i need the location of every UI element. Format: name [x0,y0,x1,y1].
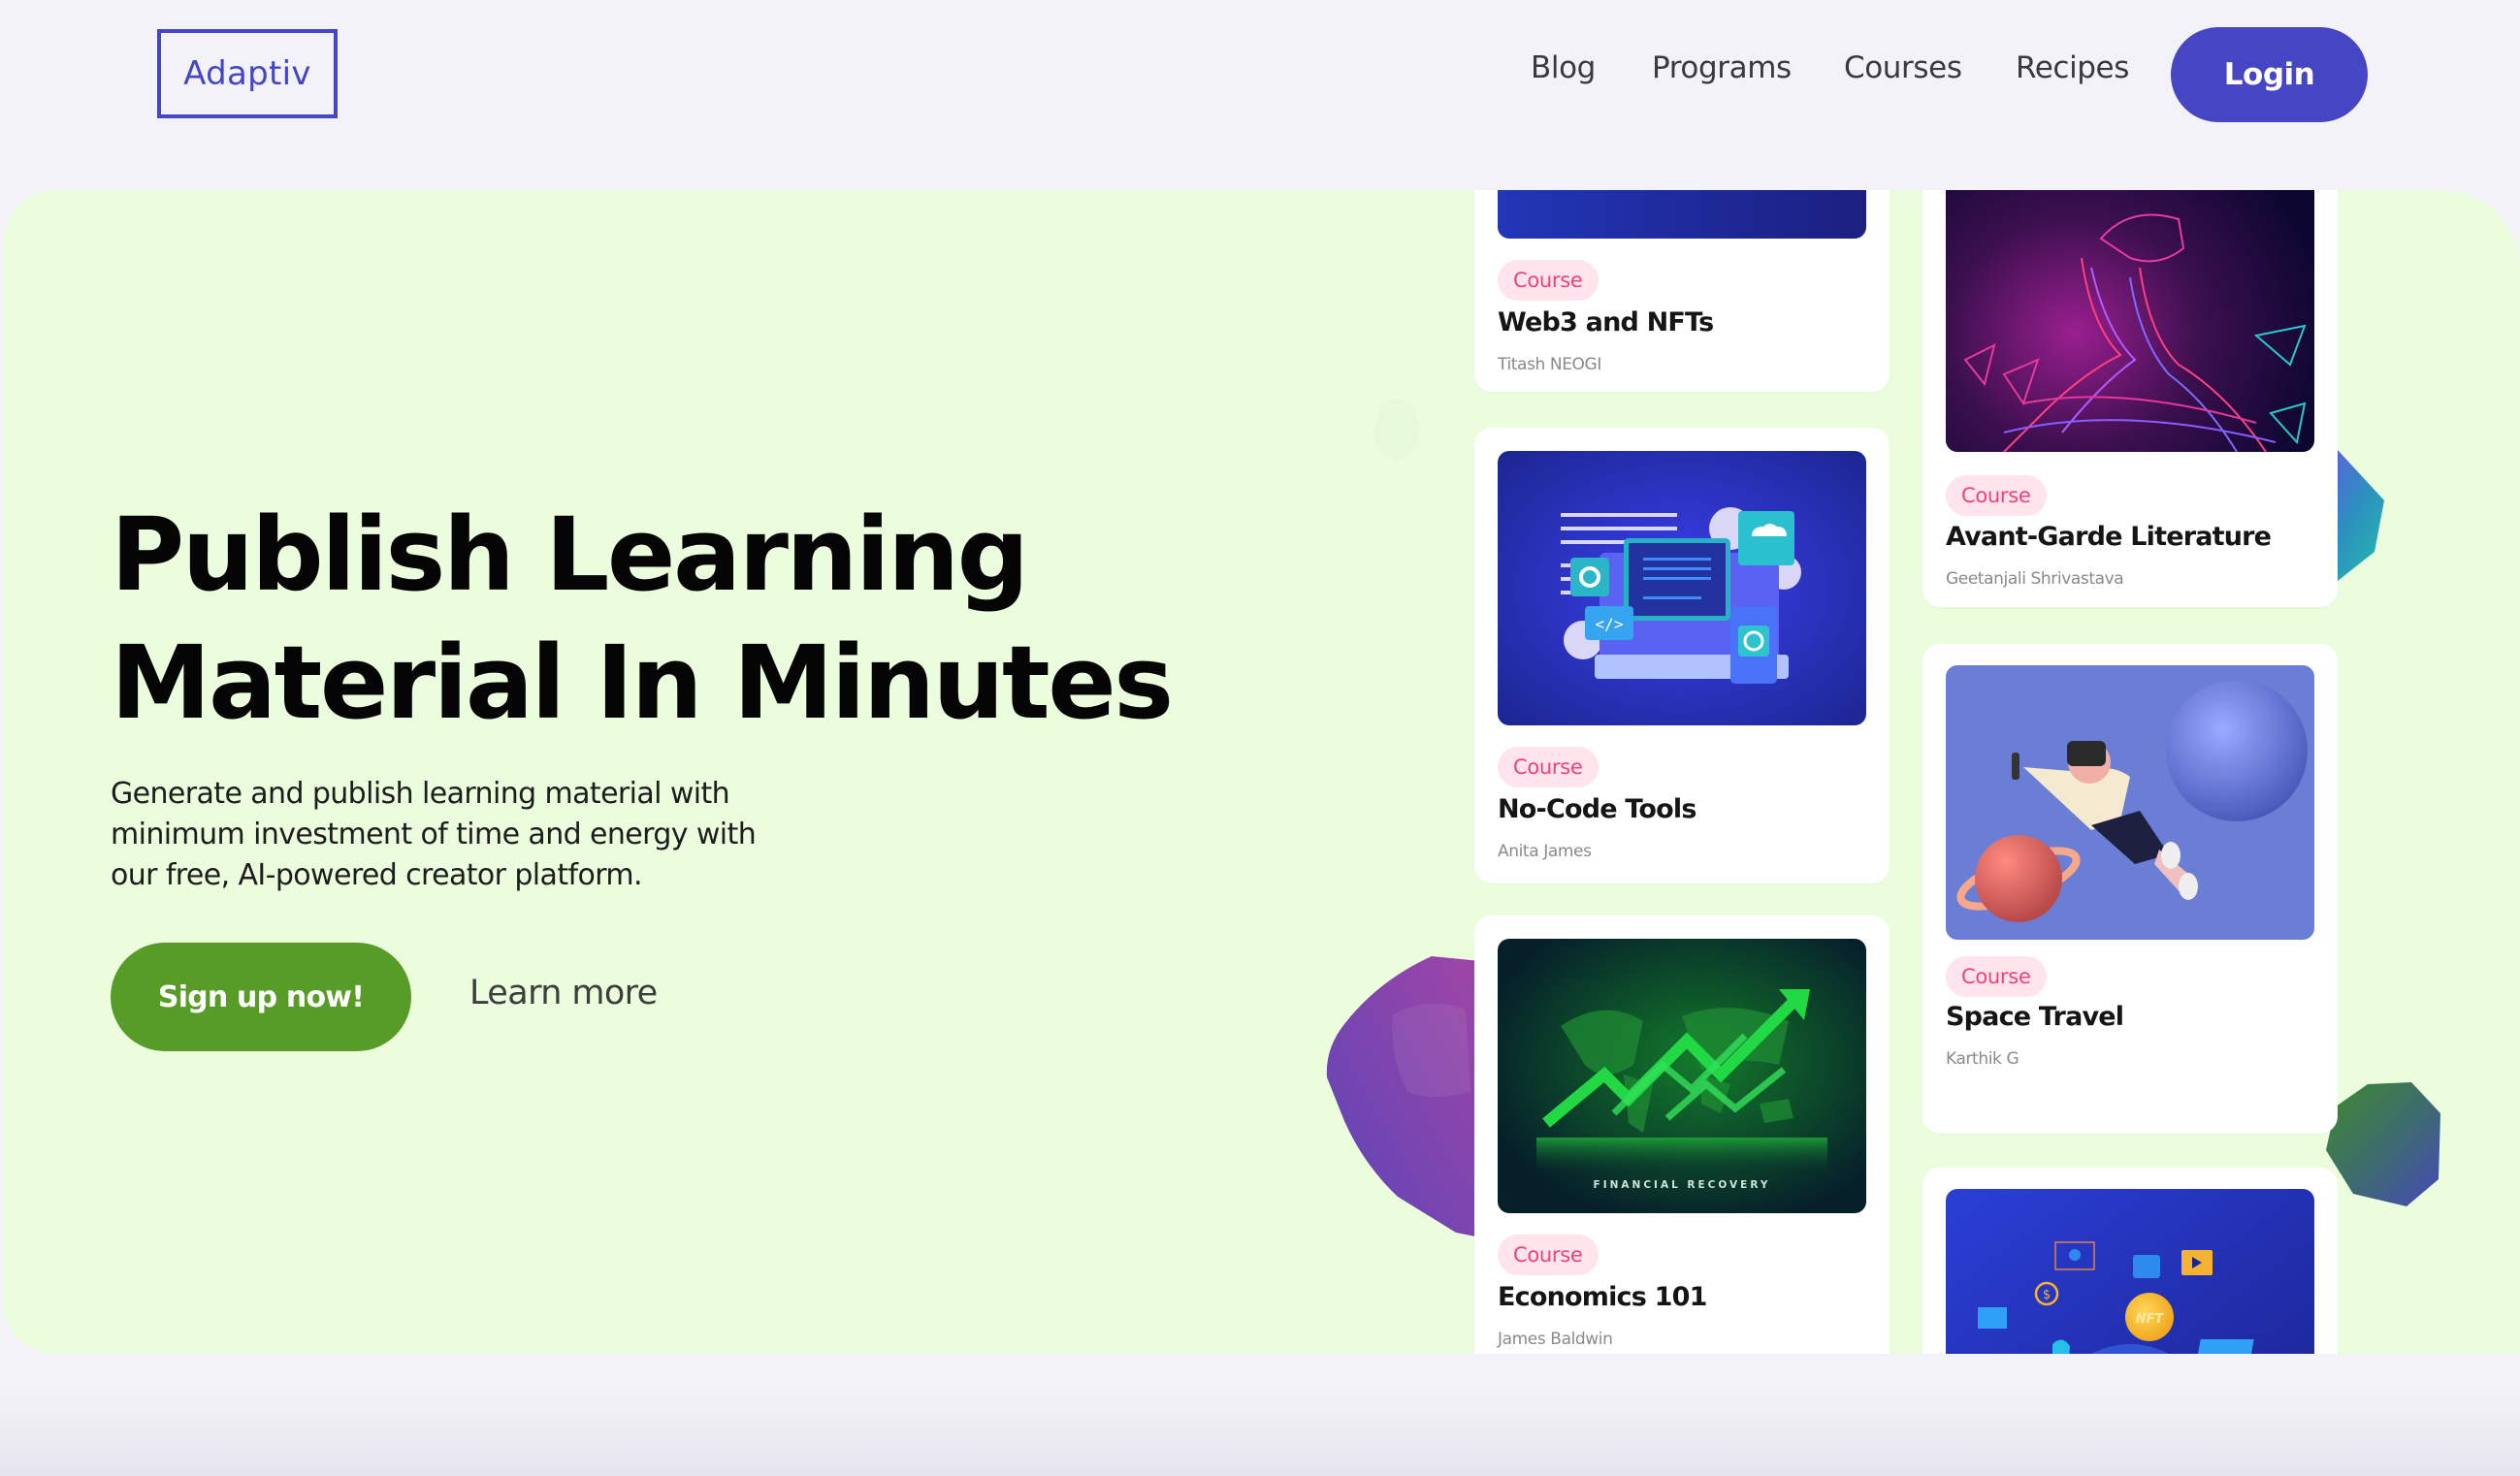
financial-recovery-illustration-icon: FINANCIAL RECOVERY [1498,939,1866,1213]
card-title: Economics 101 [1498,1282,1707,1312]
image-caption: FINANCIAL RECOVERY [1594,1179,1771,1191]
hero-title: Publish Learning Material In Minutes [111,491,1178,747]
svg-text:</>: </> [1596,615,1624,633]
card-author: James Baldwin [1498,1330,1613,1349]
login-button[interactable]: Login [2171,27,2368,122]
card-author: Geetanjali Shrivastava [1946,569,2124,589]
course-card-web3[interactable]: Course Web3 and NFTs Titash NEOGI [1474,190,1890,392]
nav-link-programs[interactable]: Programs [1652,50,1792,85]
card-tag: Course [1498,260,1599,301]
nav-link-recipes[interactable]: Recipes [2016,50,2129,85]
faint-watermark-icon [1373,400,1420,462]
green-blob-decoration [2326,1082,2440,1206]
hero-title-line-2: Material In Minutes [111,624,1174,742]
nft-illustration-icon: $ NFT [1946,1189,2314,1354]
course-card-space-travel[interactable]: Course Space Travel Karthik G [1922,644,2338,1134]
course-image-no-code: </> [1498,451,1866,725]
logo[interactable]: Adaptiv [157,29,338,118]
course-image-economics: FINANCIAL RECOVERY [1498,939,1866,1213]
svg-text:$: $ [2043,1288,2051,1302]
purple-blob-decoration [1326,956,1480,1237]
course-card-economics[interactable]: FINANCIAL RECOVERY Course Economics 101 … [1474,915,1890,1354]
signup-button[interactable]: Sign up now! [111,943,411,1051]
course-image-nft: $ NFT [1946,1189,2314,1354]
course-image-space-travel [1946,665,2314,940]
web3-illustration-icon [1498,190,1866,239]
vr-wireframe-illustration-icon [1946,190,2314,452]
nft-coin-label: NFT [2136,1312,2165,1327]
hero-title-line-1: Publish Learning [111,496,1029,614]
teal-blob-decoration [2338,450,2384,581]
card-tag: Course [1498,747,1599,787]
space-vr-illustration-icon [1946,665,2314,940]
nav-link-blog[interactable]: Blog [1531,50,1596,85]
card-title: No-Code Tools [1498,794,1696,824]
card-author: Anita James [1498,842,1592,861]
card-tag: Course [1946,475,2047,516]
card-author: Titash NEOGI [1498,355,1601,374]
course-card-avant-garde[interactable]: Course Avant-Garde Literature Geetanjali… [1922,190,2338,607]
hero-subtitle: Generate and publish learning material w… [111,777,757,892]
course-image-web3 [1498,190,1866,239]
card-title: Web3 and NFTs [1498,307,1714,337]
card-title: Space Travel [1946,1002,2124,1032]
learn-more-link[interactable]: Learn more [469,974,658,1012]
course-card-no-code[interactable]: </> Course No-Code Tools Anita James [1474,428,1890,883]
no-code-illustration-icon: </> [1498,451,1866,725]
course-card-nft[interactable]: $ NFT [1922,1168,2338,1354]
course-image-avant-garde [1946,190,2314,452]
logo-text: Adaptiv [183,54,311,93]
card-title: Avant-Garde Literature [1946,522,2272,552]
card-tag: Course [1498,1235,1599,1275]
nav-link-courses[interactable]: Courses [1844,50,1962,85]
card-author: Karthik G [1946,1049,2019,1069]
card-tag: Course [1946,956,2047,997]
